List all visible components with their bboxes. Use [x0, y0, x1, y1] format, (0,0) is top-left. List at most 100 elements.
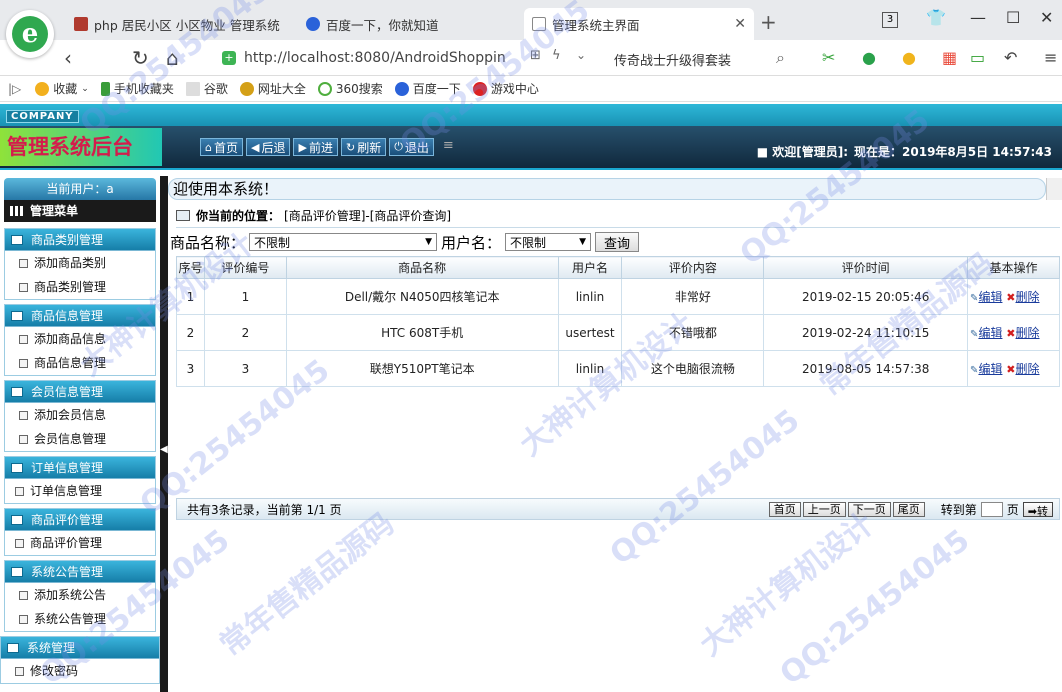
battery-icon[interactable]: ▭	[970, 48, 985, 67]
user-filter-select[interactable]: 不限制 ▼	[505, 233, 592, 251]
app-title: 管理系统后台	[0, 128, 162, 166]
browser-logo-icon[interactable]: e	[6, 10, 54, 58]
search-icon[interactable]: ⌕	[776, 48, 785, 68]
nav-home-button[interactable]: ⌂ 首页	[200, 138, 243, 156]
menu-item-notice-manage[interactable]: 系统公告管理	[5, 607, 155, 631]
sidebar: 当前用户：a 管理菜单 商品类别管理 添加商品类别 商品类别管理 商品信息管理 …	[0, 176, 160, 692]
marquee-scrollbar[interactable]	[1046, 178, 1062, 200]
delete-link[interactable]: 删除	[1016, 362, 1040, 376]
page-number-input[interactable]	[980, 501, 1003, 517]
menu-item-review-manage[interactable]: 商品评价管理	[5, 531, 155, 555]
menu-group-header[interactable]: 商品信息管理	[5, 305, 155, 327]
menu-group-header[interactable]: 系统公告管理	[5, 561, 155, 583]
cell-review-id: 3	[203, 350, 287, 387]
shield-icon[interactable]: ●	[902, 48, 916, 67]
menu-item-category-manage[interactable]: 商品类别管理	[5, 275, 155, 299]
translate-icon[interactable]: ●	[862, 48, 876, 67]
nav-logout-button[interactable]: ⏻ 退出	[389, 138, 434, 156]
new-tab-button[interactable]: +	[760, 10, 777, 34]
close-window-button[interactable]: ✕	[1040, 8, 1053, 27]
browser-tab-2[interactable]: 百度一下，你就知道	[298, 8, 520, 40]
table-row: 1 1 Dell/戴尔 N4050四核笔记本 linlin 非常好 2019-0…	[176, 278, 1060, 315]
home-icon[interactable]: ⌂	[166, 46, 179, 70]
baidu-favicon-icon	[306, 17, 320, 31]
browser-tab-1[interactable]: php 居民小区 小区物业 管理系统	[66, 8, 296, 40]
back-icon[interactable]: ‹	[64, 46, 72, 70]
bookmark-mobile[interactable]: 手机收藏夹	[100, 80, 174, 97]
nav-refresh-button[interactable]: ↻ 刷新	[340, 138, 387, 156]
lightning-icon[interactable]: ϟ	[552, 48, 561, 63]
shirt-icon[interactable]: 👕	[926, 8, 946, 27]
filter-bar: 商品名称： 不限制 ▼ 用户名： 不限制 ▼ 查询	[170, 230, 640, 254]
menu-item-member-manage[interactable]: 会员信息管理	[5, 427, 155, 451]
menu-item-change-password[interactable]: 修改密码	[1, 659, 159, 683]
minimize-button[interactable]: —	[970, 8, 986, 27]
delete-link[interactable]: 删除	[1016, 326, 1040, 340]
menu-item-add-product[interactable]: 添加商品信息	[5, 327, 155, 351]
menu-item-product-manage[interactable]: 商品信息管理	[5, 351, 155, 375]
go-button[interactable]: ➡转	[1022, 501, 1053, 518]
marquee-banner: 迎使用本系统！	[168, 178, 1046, 200]
menu-item-order-manage[interactable]: 订单信息管理	[5, 479, 155, 503]
bookmark-google[interactable]: 谷歌	[185, 80, 228, 97]
col-header: 评价时间	[763, 256, 969, 279]
dropdown-icon[interactable]: ⌄	[576, 48, 586, 62]
menu-item-add-category[interactable]: 添加商品类别	[5, 251, 155, 275]
cell-user: usertest	[557, 314, 623, 351]
sidebar-toggle-icon[interactable]: |▷	[8, 82, 21, 96]
browser-tab-strip: e php 居民小区 小区物业 管理系统 百度一下，你就知道 管理系统主界面 ✕…	[0, 0, 1062, 58]
search-promo-text[interactable]: 传奇战士升级得套装	[614, 50, 731, 69]
product-filter-select[interactable]: 不限制 ▼	[249, 233, 438, 251]
menu-group-header[interactable]: 会员信息管理	[5, 381, 155, 403]
menu-group-header[interactable]: 系统管理	[1, 637, 159, 659]
bookmark-hao[interactable]: 网址大全	[239, 80, 306, 97]
bookmark-baidu[interactable]: 百度一下	[394, 80, 461, 97]
query-button[interactable]: 查询	[595, 232, 640, 252]
edit-link[interactable]: 编辑	[978, 290, 1002, 304]
col-header: 商品名称	[285, 256, 559, 279]
bookmark-favorites[interactable]: 收藏 ⌄	[35, 80, 89, 97]
qr-icon[interactable]: ⊞	[530, 48, 541, 63]
prev-page-button[interactable]: 上一页	[802, 501, 846, 517]
edit-link[interactable]: 编辑	[978, 362, 1002, 376]
menu-group-notice: 系统公告管理 添加系统公告 系统公告管理	[4, 560, 156, 632]
breadcrumb-label: 你当前的位置：	[196, 209, 281, 223]
grid-icon	[10, 206, 24, 216]
menu-group-header[interactable]: 订单信息管理	[5, 457, 155, 479]
menu-group-header[interactable]: 商品类别管理	[5, 229, 155, 251]
last-page-button[interactable]: 尾页	[892, 501, 925, 517]
maximize-button[interactable]: ☐	[1006, 8, 1020, 27]
delete-link[interactable]: 删除	[1016, 290, 1040, 304]
cell-product: Dell/戴尔 N4050四核笔记本	[285, 278, 559, 315]
menu-icon[interactable]: ≡	[1044, 48, 1057, 67]
menu-group-category: 商品类别管理 添加商品类别 商品类别管理	[4, 228, 156, 300]
home-icon: ⌂	[205, 140, 212, 154]
folder-icon	[7, 642, 19, 653]
browser-tab-active[interactable]: 管理系统主界面 ✕	[524, 8, 754, 40]
next-page-button[interactable]: 下一页	[847, 501, 891, 517]
edit-link[interactable]: 编辑	[978, 326, 1002, 340]
menu-group-member: 会员信息管理 添加会员信息 会员信息管理	[4, 380, 156, 452]
tab-title: 百度一下，你就知道	[326, 17, 439, 33]
sidebar-collapse-handle[interactable]: ◀	[160, 176, 168, 692]
first-page-button[interactable]: 首页	[768, 501, 801, 517]
tab-count-badge[interactable]: 3	[882, 12, 898, 28]
php-favicon-icon	[74, 17, 88, 31]
menu-group-header[interactable]: 商品评价管理	[5, 509, 155, 531]
delete-icon: ✖	[1006, 363, 1016, 376]
doc-icon	[19, 590, 28, 600]
breadcrumb-path: [商品评价管理]-[商品评价查询]	[284, 209, 452, 223]
close-tab-icon[interactable]: ✕	[734, 16, 746, 32]
menu-item-add-member[interactable]: 添加会员信息	[5, 403, 155, 427]
reload-icon[interactable]: ↻	[132, 46, 149, 70]
scissors-icon[interactable]: ✂	[822, 48, 835, 67]
nav-forward-button[interactable]: ▶ 前进	[293, 138, 338, 156]
undo-icon[interactable]: ↶	[1004, 48, 1017, 67]
apps-icon[interactable]: ▦	[942, 48, 957, 67]
menu-item-add-notice[interactable]: 添加系统公告	[5, 583, 155, 607]
bookmark-games[interactable]: 游戏中心	[472, 80, 539, 97]
nav-back-button[interactable]: ◀ 后退	[246, 138, 291, 156]
cell-index: 3	[176, 350, 205, 387]
bookmark-360[interactable]: 360搜索	[317, 80, 383, 97]
book-icon	[176, 210, 190, 221]
